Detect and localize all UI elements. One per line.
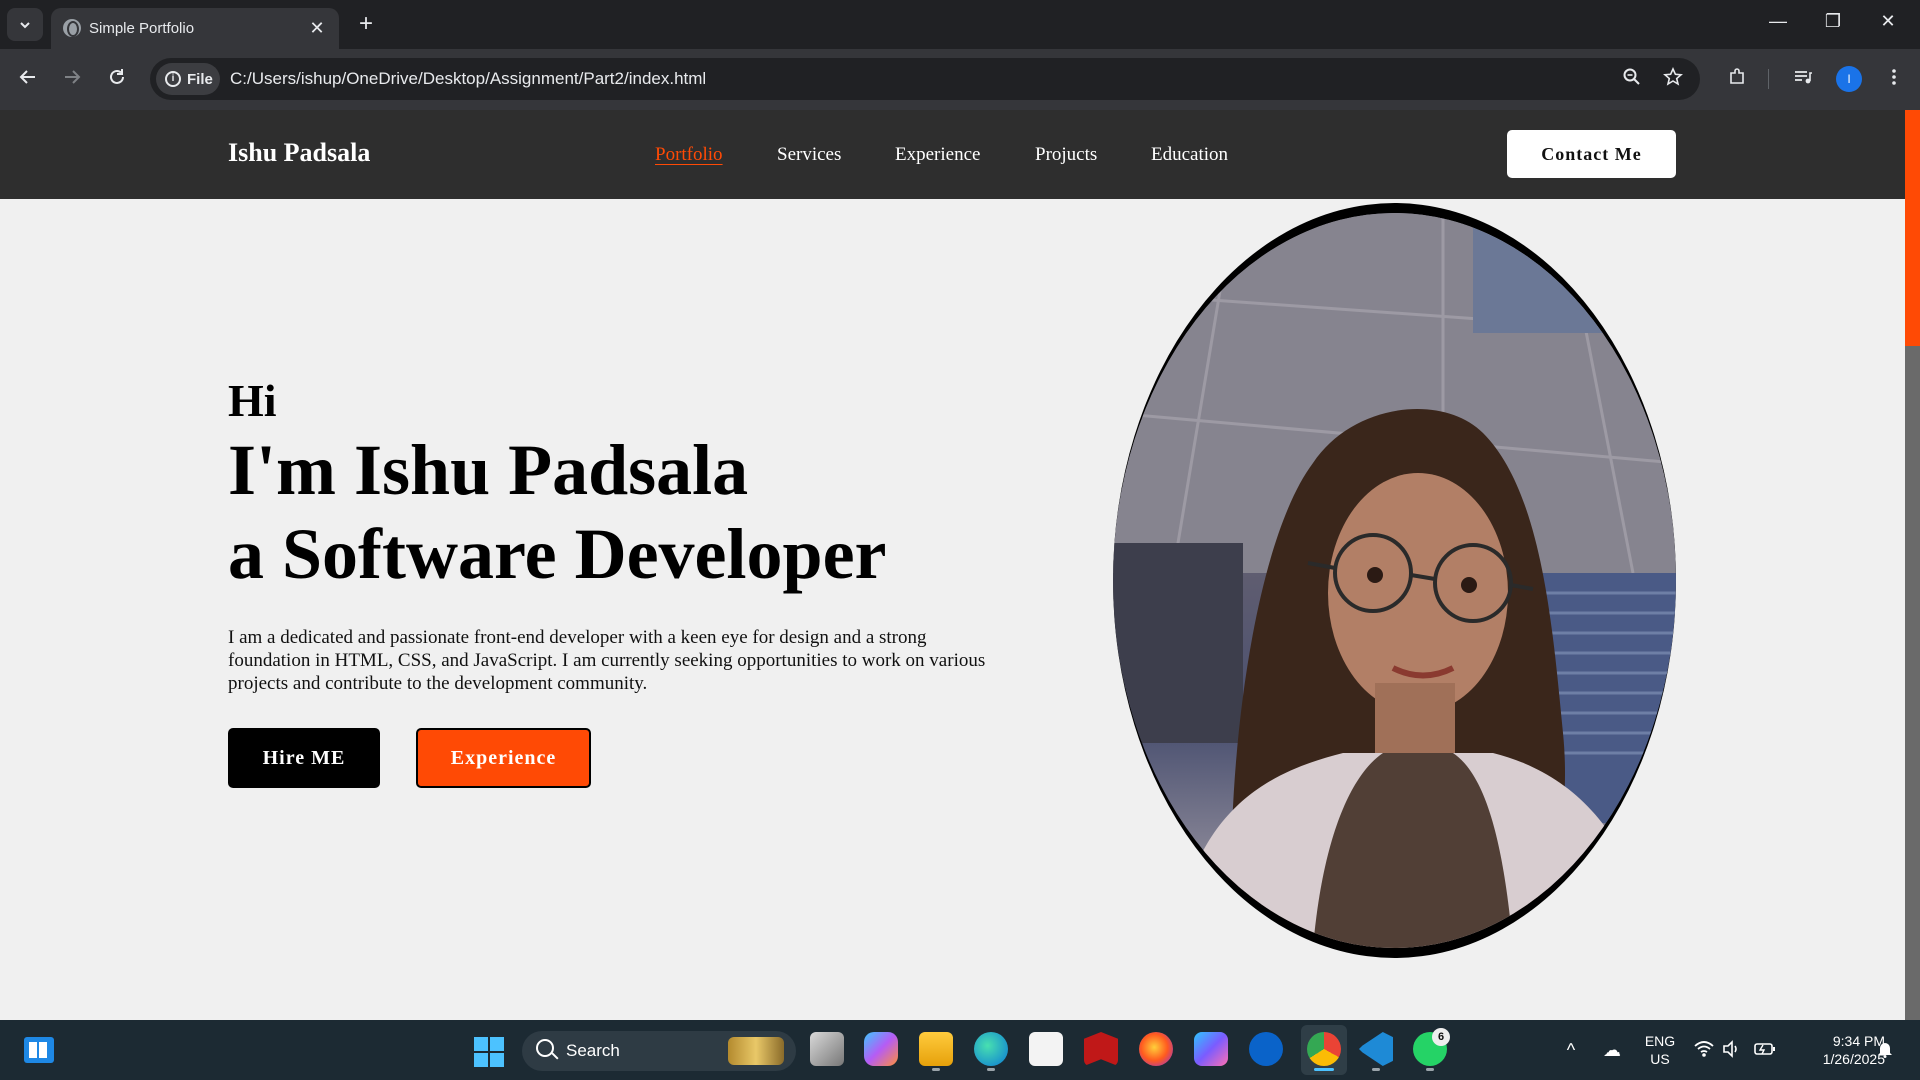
app-running-indicator [1426, 1068, 1434, 1071]
site-label: File [187, 70, 213, 88]
edge-icon[interactable] [974, 1032, 1008, 1066]
chevron-up-icon[interactable]: ^ [1559, 1040, 1583, 1060]
file-explorer-icon[interactable] [919, 1032, 953, 1066]
browser-toolbar: i File C:/Users/ishup/OneDrive/Desktop/A… [0, 49, 1920, 110]
nav-link-portfolio[interactable]: Portfolio [655, 144, 723, 166]
back-button[interactable] [13, 65, 43, 95]
bookmark-star-icon[interactable] [1661, 67, 1685, 93]
reload-icon [110, 69, 124, 84]
language-indicator[interactable]: ENG US [1640, 1032, 1680, 1068]
url-text[interactable]: C:/Users/ishup/OneDrive/Desktop/Assignme… [230, 69, 706, 89]
restore-button[interactable]: ❐ [1818, 11, 1848, 32]
nav-link-projects[interactable]: Projucts [1035, 144, 1097, 166]
close-window-button[interactable]: ✕ [1873, 11, 1903, 32]
portrait-illustration [1113, 213, 1676, 948]
arrow-right-icon [65, 70, 81, 84]
greeting: Hi [228, 375, 277, 426]
app-active-indicator [1314, 1068, 1334, 1071]
onedrive-icon[interactable]: ☁ [1600, 1040, 1624, 1060]
hero-bio: I am a dedicated and passionate front-en… [228, 627, 986, 694]
chevron-down-icon [20, 21, 30, 28]
microsoft-store-icon[interactable] [1029, 1032, 1063, 1066]
profile-photo-image [1113, 213, 1676, 948]
search-highlight-art [728, 1037, 784, 1065]
wifi-icon[interactable] [1692, 1040, 1716, 1062]
vscode-icon[interactable] [1359, 1032, 1393, 1066]
page-scrollbar[interactable] [1905, 110, 1920, 1020]
nav-link-services[interactable]: Services [777, 144, 841, 166]
firefox-icon[interactable] [1139, 1032, 1173, 1066]
minimize-button[interactable]: — [1763, 11, 1793, 32]
hire-me-button[interactable]: Hire ME [228, 728, 380, 788]
profile-avatar[interactable]: I [1836, 66, 1862, 92]
task-view-icon[interactable] [810, 1032, 844, 1066]
page-viewport: Ishu Padsala Portfolio Services Experien… [0, 110, 1905, 1020]
media-control-icon[interactable] [1788, 65, 1818, 95]
forward-button[interactable] [57, 65, 87, 95]
clock[interactable]: 9:34 PM 1/26/2025 [1790, 1032, 1885, 1068]
windows-taskbar: Search 6 ^ ☁ ENG US 9:34 PM 1/26/2025 [0, 1020, 1920, 1080]
info-icon: i [165, 71, 181, 87]
tab-title: Simple Portfolio [89, 20, 195, 37]
reload-button[interactable] [102, 65, 132, 95]
dell-icon[interactable] [1249, 1032, 1283, 1066]
extensions-icon[interactable] [1722, 65, 1752, 95]
hero-headline-line-1: I'm Ishu Padsala [228, 430, 749, 510]
search-icon [536, 1039, 554, 1057]
experience-button[interactable]: Experience [416, 728, 591, 788]
contact-me-button[interactable]: Contact Me [1507, 130, 1676, 178]
site-brand[interactable]: Ishu Padsala [228, 138, 370, 168]
nav-link-education[interactable]: Education [1151, 144, 1228, 166]
hero-headline-line-2: a Software Developer [228, 514, 887, 594]
scrollbar-thumb[interactable] [1905, 110, 1920, 346]
arrow-left-icon [19, 70, 35, 84]
nav-link-experience[interactable]: Experience [895, 144, 980, 166]
hero-headline: I'm Ishu Padsala a Software Developer [228, 428, 886, 596]
site-info-chip[interactable]: i File [156, 63, 220, 95]
address-bar[interactable]: i File C:/Users/ishup/OneDrive/Desktop/A… [150, 58, 1700, 100]
app-running-indicator [1372, 1068, 1380, 1071]
region-code: US [1650, 1051, 1670, 1067]
copilot-icon[interactable] [864, 1032, 898, 1066]
tab-search-button[interactable] [7, 8, 43, 41]
chrome-icon[interactable] [1307, 1032, 1341, 1066]
volume-icon[interactable] [1720, 1040, 1744, 1062]
taskbar-search[interactable]: Search [522, 1031, 796, 1071]
m365-icon[interactable] [1194, 1032, 1228, 1066]
battery-icon[interactable] [1753, 1040, 1777, 1062]
language-code: ENG [1644, 1033, 1676, 1049]
taskbar-search-placeholder: Search [566, 1041, 620, 1060]
clock-time: 9:34 PM [1832, 1033, 1885, 1049]
notification-bell-icon[interactable] [1873, 1040, 1897, 1062]
tab-close-button[interactable]: ✕ [306, 17, 328, 39]
whatsapp-notification-badge: 6 [1432, 1028, 1450, 1046]
clock-date: 1/26/2025 [1822, 1051, 1885, 1067]
site-navbar: Ishu Padsala Portfolio Services Experien… [0, 110, 1905, 199]
mcafee-icon[interactable] [1084, 1032, 1118, 1066]
new-tab-button[interactable]: + [353, 11, 379, 37]
profile-photo [1113, 203, 1676, 958]
more-menu-icon[interactable] [1879, 65, 1909, 95]
widgets-icon[interactable] [24, 1037, 54, 1063]
browser-tabstrip: Simple Portfolio ✕ + — ❐ ✕ [0, 0, 1920, 49]
windows-start-icon[interactable] [474, 1037, 504, 1067]
app-running-indicator [932, 1068, 940, 1071]
toolbar-divider [1768, 69, 1769, 89]
zoom-icon[interactable] [1620, 67, 1644, 93]
app-running-indicator [987, 1068, 995, 1071]
browser-tab[interactable]: Simple Portfolio ✕ [51, 8, 339, 49]
globe-icon [63, 19, 81, 37]
